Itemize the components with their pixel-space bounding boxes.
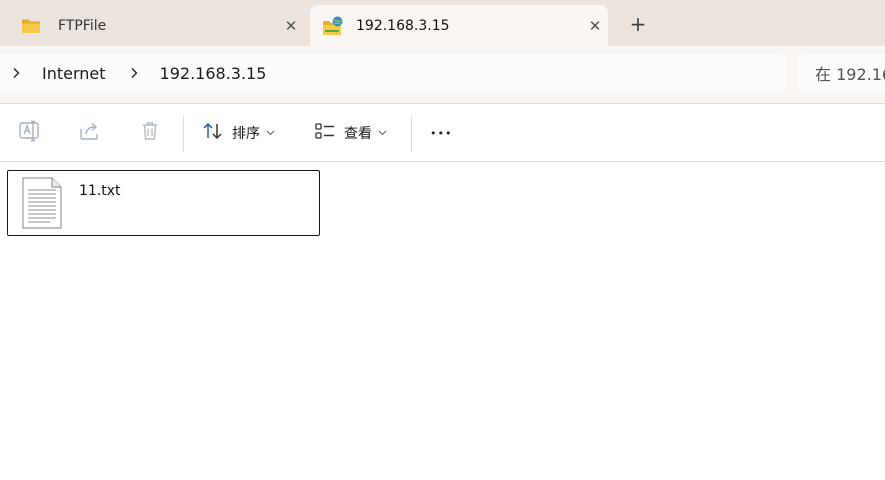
network-location-icon bbox=[322, 15, 344, 37]
command-separator bbox=[411, 116, 412, 152]
address-row: Internet 192.168.3.15 在 192.16 bbox=[0, 46, 885, 104]
chevron-right-icon[interactable] bbox=[126, 65, 142, 81]
tab-strip: FTPFile ✕ 192.168.3.15 ✕ + bbox=[0, 0, 885, 46]
view-label: 查看 bbox=[344, 126, 372, 142]
chevron-right-icon[interactable] bbox=[8, 65, 24, 81]
view-button[interactable]: 查看 bbox=[314, 120, 387, 146]
command-separator bbox=[183, 116, 184, 152]
text-file-icon bbox=[20, 176, 64, 230]
share-icon bbox=[78, 120, 102, 146]
delete-icon bbox=[139, 120, 161, 146]
breadcrumb-host[interactable]: 192.168.3.15 bbox=[142, 64, 287, 83]
address-bar[interactable]: Internet 192.168.3.15 bbox=[0, 54, 787, 92]
breadcrumb-internet[interactable]: Internet bbox=[24, 64, 126, 83]
sort-button[interactable]: 排序 bbox=[202, 120, 275, 146]
close-tab-192-168-3-15-icon[interactable]: ✕ bbox=[582, 13, 608, 39]
folder-icon bbox=[20, 15, 42, 37]
search-input[interactable]: 在 192.16 bbox=[797, 54, 885, 92]
rename-button[interactable] bbox=[17, 120, 43, 146]
close-tab-ftpfile-icon[interactable]: ✕ bbox=[278, 13, 304, 39]
file-name: 11.txt bbox=[79, 183, 121, 199]
new-tab-button[interactable]: + bbox=[624, 10, 652, 38]
file-item[interactable]: 11.txt bbox=[7, 170, 320, 236]
tab-label: FTPFile bbox=[58, 17, 107, 34]
delete-button[interactable] bbox=[137, 120, 163, 146]
file-list-area[interactable]: 11.txt bbox=[0, 162, 885, 480]
view-icon bbox=[314, 121, 336, 145]
tab-192-168-3-15[interactable]: 192.168.3.15 ✕ bbox=[310, 5, 608, 46]
command-bar: 排序 查看 ••• bbox=[0, 104, 885, 162]
rename-icon bbox=[18, 120, 42, 146]
tab-label: 192.168.3.15 bbox=[356, 17, 450, 34]
sort-icon bbox=[202, 121, 224, 145]
more-options-icon[interactable]: ••• bbox=[430, 120, 452, 146]
chevron-down-icon bbox=[266, 130, 275, 136]
share-button[interactable] bbox=[77, 120, 103, 146]
sort-label: 排序 bbox=[232, 126, 260, 142]
chevron-down-icon bbox=[378, 130, 387, 136]
tab-ftpfile[interactable]: FTPFile ✕ bbox=[8, 5, 304, 46]
